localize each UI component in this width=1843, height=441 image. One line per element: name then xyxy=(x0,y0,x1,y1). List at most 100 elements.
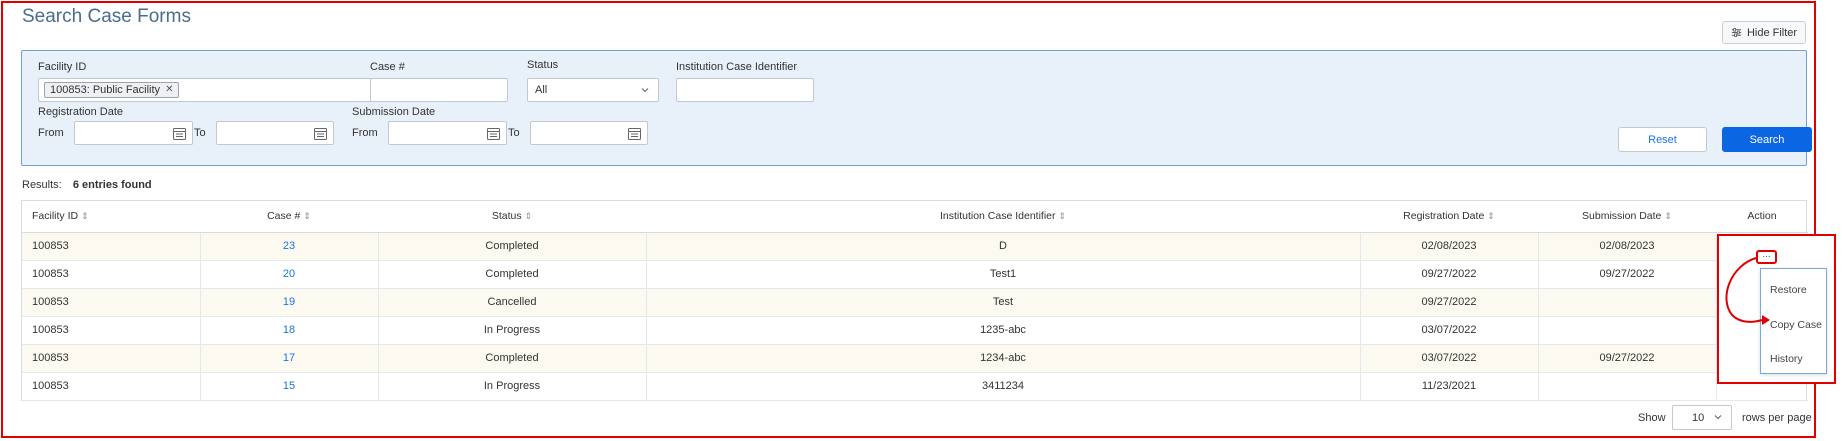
results-label: Results: xyxy=(22,179,62,191)
cell-institution-identifier: Test1 xyxy=(646,260,1361,289)
case-number-label: Case # xyxy=(370,61,405,73)
annotation-arrow xyxy=(1725,257,1770,325)
submission-to-label: To xyxy=(508,127,520,139)
status-label: Status xyxy=(527,59,559,71)
case-link[interactable]: 19 xyxy=(283,296,295,308)
calendar-icon[interactable] xyxy=(486,126,501,141)
column-header-submission-date[interactable]: Submission Date ⇕ xyxy=(1538,201,1716,233)
chevron-down-icon xyxy=(641,88,649,93)
cell-registration-date: 02/08/2023 xyxy=(1360,232,1539,261)
page-title: Search Case Forms xyxy=(22,6,191,27)
hide-filter-button[interactable]: Hide Filter xyxy=(1722,21,1806,44)
filter-panel: Facility ID 100853: Public Facility ✕ Ca… xyxy=(21,50,1812,166)
sort-icon[interactable]: ⇕ xyxy=(1059,211,1067,221)
case-link[interactable]: 23 xyxy=(283,240,295,252)
column-header-action: Action xyxy=(1716,201,1808,233)
submission-to-input[interactable] xyxy=(530,121,648,145)
case-link[interactable]: 18 xyxy=(283,324,295,336)
search-button[interactable]: Search xyxy=(1722,127,1812,152)
cell-registration-date: 03/07/2022 xyxy=(1360,316,1539,345)
case-number-input[interactable] xyxy=(370,78,508,102)
cell-case-number[interactable]: 23 xyxy=(200,232,379,261)
cell-submission-date xyxy=(1538,288,1717,317)
facility-tag-label: 100853: Public Facility xyxy=(50,84,161,96)
results-summary: Results: 6 entries found xyxy=(22,179,152,191)
cell-institution-identifier: 3411234 xyxy=(646,372,1361,401)
cell-registration-date: 09/27/2022 xyxy=(1360,288,1539,317)
table-row: 100853 17 Completed 1234-abc 03/07/2022 … xyxy=(22,344,1808,373)
institution-identifier-input[interactable] xyxy=(676,78,814,102)
submission-from-input[interactable] xyxy=(388,121,507,145)
close-icon[interactable]: ✕ xyxy=(165,83,173,97)
registration-from-label: From xyxy=(38,127,64,139)
cell-facility-id: 100853 xyxy=(22,232,201,261)
registration-to-input[interactable] xyxy=(216,121,334,145)
cell-facility-id: 100853 xyxy=(22,288,201,317)
page-size-value: 10 xyxy=(1692,412,1705,424)
cell-status: Completed xyxy=(378,232,647,261)
submission-from-label: From xyxy=(352,127,378,139)
submission-date-label: Submission Date xyxy=(352,106,436,118)
cell-facility-id: 100853 xyxy=(22,316,201,345)
cell-submission-date: 09/27/2022 xyxy=(1538,344,1717,373)
cell-submission-date xyxy=(1538,316,1717,345)
table-row: 100853 18 In Progress 1235-abc 03/07/202… xyxy=(22,316,1808,345)
status-value: All xyxy=(535,84,548,96)
cell-status: Completed xyxy=(378,260,647,289)
column-header-registration-date[interactable]: Registration Date ⇕ xyxy=(1360,201,1538,233)
calendar-icon[interactable] xyxy=(627,126,642,141)
rows-per-page-label: rows per page xyxy=(1742,412,1812,424)
case-link[interactable]: 20 xyxy=(283,268,295,280)
sort-icon[interactable]: ⇕ xyxy=(1664,211,1672,221)
case-link[interactable]: 15 xyxy=(283,380,295,392)
facility-id-field[interactable]: 100853: Public Facility ✕ xyxy=(38,78,372,102)
cell-facility-id: 100853 xyxy=(22,372,201,401)
cell-institution-identifier: D xyxy=(646,232,1361,261)
table-row: 100853 15 In Progress 3411234 11/23/2021 xyxy=(22,372,1808,401)
cell-case-number[interactable]: 20 xyxy=(200,260,379,289)
sort-icon[interactable]: ⇕ xyxy=(303,211,311,221)
sort-icon[interactable]: ⇕ xyxy=(525,211,533,221)
page: Search Case Forms Hide Filter Facility I… xyxy=(0,0,1843,441)
cell-submission-date: 09/27/2022 xyxy=(1538,260,1717,289)
registration-from-input[interactable] xyxy=(74,121,193,145)
table-row: 100853 19 Cancelled Test 09/27/2022 xyxy=(22,288,1808,317)
cell-institution-identifier: 1235-abc xyxy=(646,316,1361,345)
cell-status: Completed xyxy=(378,344,647,373)
menu-item-history[interactable]: History xyxy=(1770,353,1803,365)
results-table: Facility ID ⇕ Case # ⇕ Status ⇕ Institution… xyxy=(21,200,1808,401)
table-row: 100853 20 Completed Test1 09/27/2022 09/… xyxy=(22,260,1808,289)
cell-submission-date: 02/08/2023 xyxy=(1538,232,1717,261)
show-label: Show xyxy=(1638,412,1666,424)
status-select[interactable]: All xyxy=(527,78,659,102)
reset-button[interactable]: Reset xyxy=(1618,127,1707,152)
sort-icon[interactable]: ⇕ xyxy=(81,211,89,221)
case-link[interactable]: 17 xyxy=(283,352,295,364)
cell-facility-id: 100853 xyxy=(22,344,201,373)
calendar-icon[interactable] xyxy=(313,126,328,141)
registration-date-label: Registration Date xyxy=(38,106,123,118)
cell-case-number[interactable]: 17 xyxy=(200,344,379,373)
cell-status: In Progress xyxy=(378,372,647,401)
registration-to-label: To xyxy=(194,127,206,139)
column-header-institution-identifier[interactable]: Institution Case Identifier ⇕ xyxy=(646,201,1360,233)
sort-icon[interactable]: ⇕ xyxy=(1487,211,1495,221)
facility-id-label: Facility ID xyxy=(38,61,87,73)
cell-case-number[interactable]: 18 xyxy=(200,316,379,345)
cell-registration-date: 09/27/2022 xyxy=(1360,260,1539,289)
page-size-select[interactable]: 10 xyxy=(1672,405,1732,430)
column-header-facility-id[interactable]: Facility ID ⇕ xyxy=(22,201,200,233)
institution-identifier-label: Institution Case Identifier xyxy=(676,61,798,73)
chevron-down-icon xyxy=(1714,415,1722,420)
cell-institution-identifier: 1234-abc xyxy=(646,344,1361,373)
sliders-icon xyxy=(1731,28,1742,37)
cell-case-number[interactable]: 15 xyxy=(200,372,379,401)
table-row: 100853 23 Completed D 02/08/2023 02/08/2… xyxy=(22,232,1808,261)
column-header-status[interactable]: Status ⇕ xyxy=(378,201,646,233)
cell-facility-id: 100853 xyxy=(22,260,201,289)
column-header-case-number[interactable]: Case # ⇕ xyxy=(200,201,378,233)
facility-tag: 100853: Public Facility ✕ xyxy=(44,82,180,98)
cell-case-number[interactable]: 19 xyxy=(200,288,379,317)
calendar-icon[interactable] xyxy=(172,126,187,141)
hide-filter-label: Hide Filter xyxy=(1746,26,1798,39)
